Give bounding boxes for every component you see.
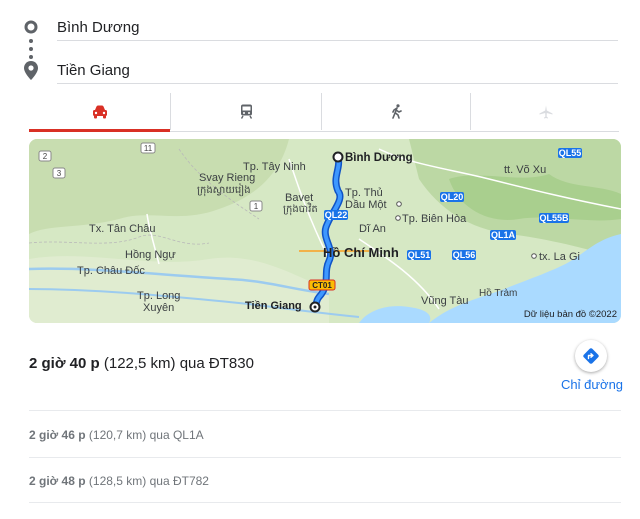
alt-route-1-detail: (120,7 km) qua QL1A (88, 428, 204, 442)
directions-label[interactable]: Chỉ đường (561, 377, 623, 392)
divider (29, 457, 621, 458)
label-vung-tau: Vũng Tàu (421, 295, 469, 307)
origin-dot-icon (24, 20, 38, 34)
tab-transit[interactable] (170, 93, 322, 130)
directions-icon (583, 348, 599, 364)
label-hong-ngu: Hồng Ngự (125, 249, 176, 261)
flight-icon (539, 105, 552, 118)
label-svay-rieng: Svay Rieng (199, 172, 255, 184)
label-long-xuyen-1: Tp. Long (137, 290, 180, 302)
origin-field[interactable]: Bình Dương (0, 8, 640, 48)
shield-ql20: QL20 (441, 192, 464, 202)
origin-input[interactable]: Bình Dương (57, 19, 139, 36)
transit-icon (240, 104, 253, 119)
label-ho-chi-minh: Hồ Chí Minh (323, 245, 399, 260)
tab-driving[interactable] (29, 93, 170, 130)
shield-ql55: QL55 (559, 148, 582, 158)
tab-walking[interactable] (321, 93, 471, 130)
map-attribution: Dữ liệu bản đồ ©2022 (524, 309, 617, 320)
shield-ql51: QL51 (408, 250, 431, 260)
destination-underline (57, 83, 618, 84)
label-tan-chau: Tx. Tân Châu (89, 223, 155, 235)
directions-button[interactable] (575, 340, 607, 372)
label-tien-giang: Tiền Giang (245, 300, 302, 312)
alt-route-2-detail: (128,5 km) qua ĐT782 (88, 474, 209, 488)
destination-field[interactable]: Tiền Giang (0, 51, 640, 91)
walking-icon (391, 104, 402, 119)
destination-input[interactable]: Tiền Giang (57, 62, 130, 79)
main-route-detail: (122,5 km) qua ĐT830 (103, 355, 254, 372)
alt-route-1-duration: 2 giờ 46 p (29, 428, 86, 442)
main-route-duration: 2 giờ 40 p (29, 355, 100, 372)
selected-tab-indicator (29, 129, 170, 132)
route-map[interactable]: QL55 QL20 QL22 QL1A QL55B QL51 QL56 CT01… (29, 139, 621, 323)
label-bavet: Bavet (285, 192, 313, 204)
main-route-summary[interactable]: 2 giờ 40 p (122,5 km) qua ĐT830 (29, 355, 254, 372)
divider (29, 410, 621, 411)
shield-2: 2 (43, 152, 48, 161)
label-binh-duong: Bình Dương (345, 152, 413, 164)
label-ho-tram: Hồ Tràm (479, 287, 517, 299)
shield-ql56: QL56 (453, 250, 476, 260)
label-bien-hoa: Tp. Biên Hòa (402, 213, 467, 225)
label-thu-dau-mot-2: Dầu Một (345, 199, 387, 211)
shield-ql22: QL22 (325, 210, 348, 220)
label-chau-doc: Tp. Châu Đốc (77, 265, 145, 277)
shield-1: 1 (254, 202, 259, 211)
car-icon (92, 105, 107, 118)
shield-3: 3 (57, 169, 62, 178)
alt-route-2-duration: 2 giờ 48 p (29, 474, 86, 488)
destination-pin-icon (24, 61, 38, 80)
shield-11: 11 (144, 144, 153, 153)
divider (29, 502, 621, 503)
shield-ql1a: QL1A (491, 230, 516, 240)
label-long-xuyen-2: Xuyên (143, 302, 174, 314)
shield-ql55b: QL55B (539, 213, 569, 223)
map-canvas: QL55 QL20 QL22 QL1A QL55B QL51 QL56 CT01… (29, 139, 621, 323)
tab-flight[interactable] (470, 93, 620, 130)
label-la-gi: tx. La Gi (539, 251, 580, 263)
label-vo-xu: tt. Võ Xu (504, 164, 546, 176)
label-di-an: Dĩ An (359, 223, 386, 235)
alternative-route-1[interactable]: 2 giờ 46 p (120,7 km) qua QL1A (29, 428, 204, 442)
label-bavet-km: ក្រុងបាវិត (283, 202, 318, 216)
travel-mode-tabs (29, 93, 619, 132)
shield-ct01: CT01 (312, 281, 332, 290)
origin-underline (57, 40, 618, 41)
alternative-route-2[interactable]: 2 giờ 48 p (128,5 km) qua ĐT782 (29, 474, 209, 488)
label-svay-rieng-km: ក្រុងស្វាយរៀង (197, 183, 251, 197)
label-thu-dau-mot-1: Tp. Thủ (345, 187, 383, 199)
origin-marker (332, 151, 344, 163)
